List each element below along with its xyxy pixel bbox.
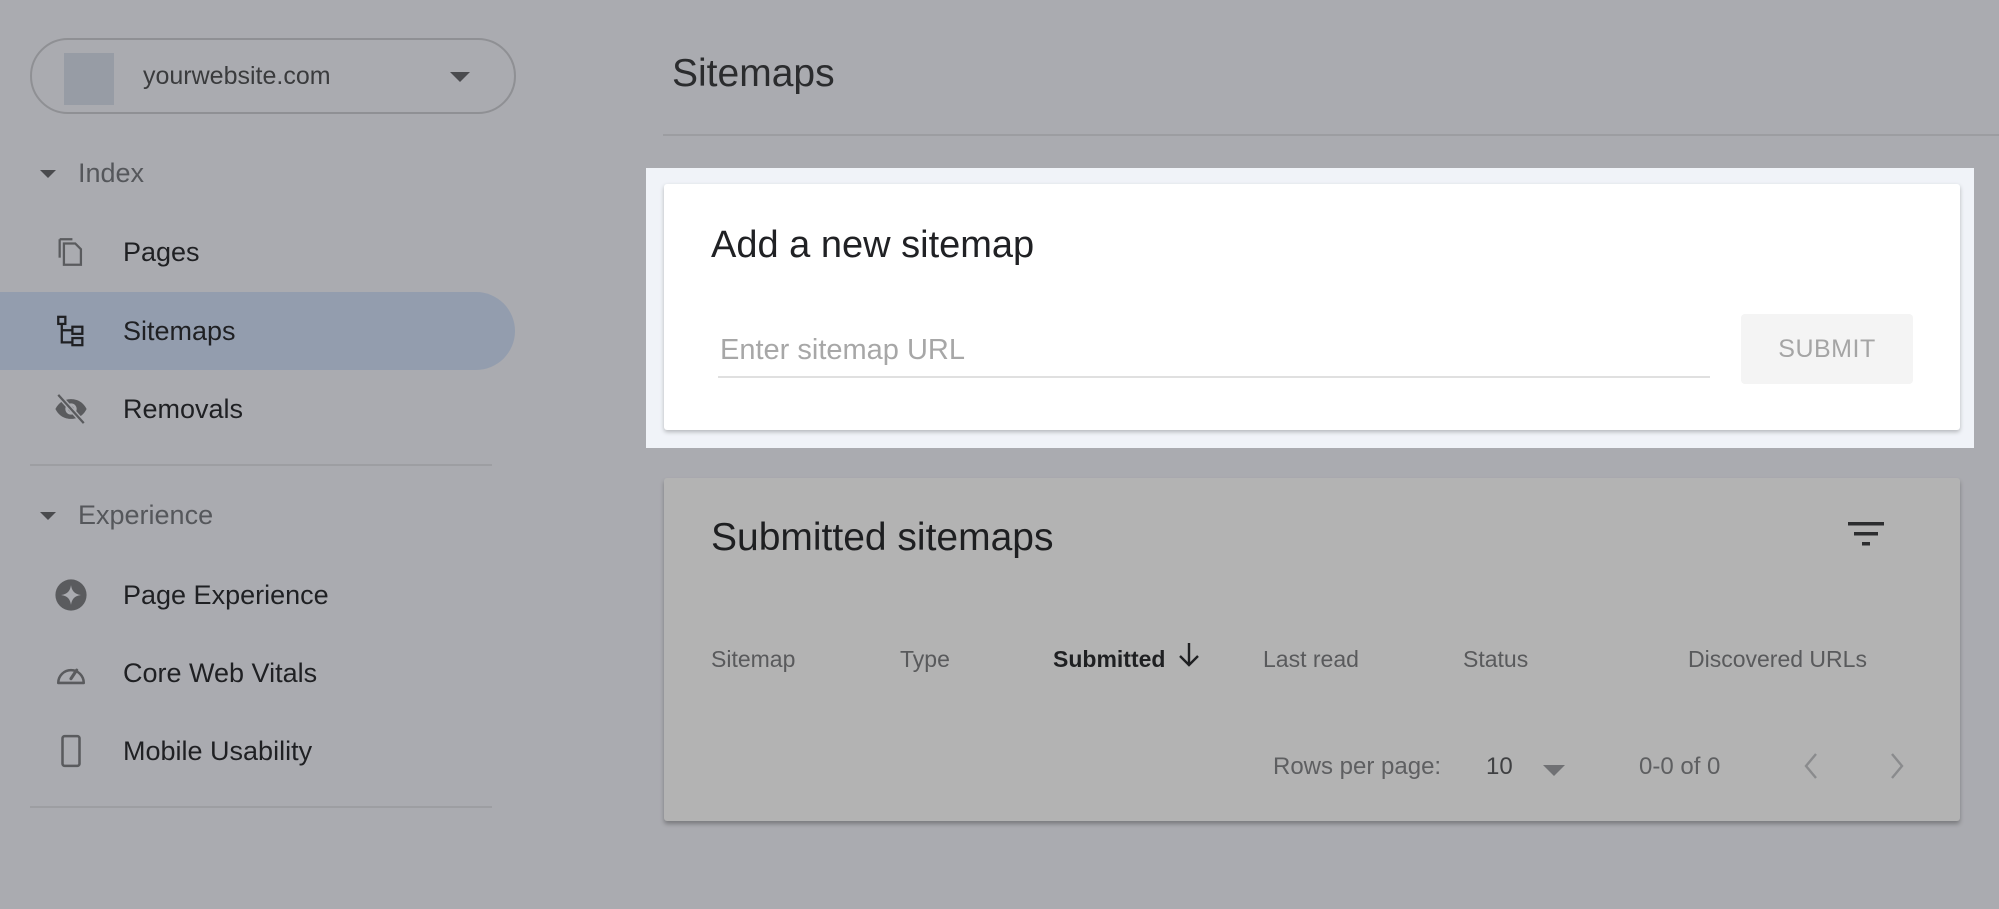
column-header-last-read[interactable]: Last read: [1263, 646, 1359, 673]
sitemap-url-input[interactable]: [718, 324, 1710, 378]
submit-button[interactable]: SUBMIT: [1741, 314, 1913, 384]
chevron-down-icon: [450, 72, 470, 82]
collapse-arrow-icon: [40, 169, 56, 178]
nav-label: Sitemaps: [123, 315, 236, 346]
sitemap-icon: [57, 315, 84, 347]
add-sitemap-card: Add a new sitemap SUBMIT: [664, 184, 1960, 430]
sidebar-item-pages[interactable]: Pages: [0, 213, 515, 291]
visibility-off-icon: [55, 393, 87, 425]
column-header-discovered-urls[interactable]: Discovered URLs: [1688, 646, 1867, 673]
sidebar-divider: [30, 464, 492, 466]
page-experience-icon: [55, 579, 87, 611]
nav-label: Pages: [123, 236, 200, 267]
page-title: Sitemaps: [672, 52, 835, 95]
mobile-phone-icon: [61, 734, 81, 768]
column-header-type[interactable]: Type: [900, 646, 950, 673]
chevron-right-icon[interactable]: [1882, 748, 1912, 784]
sidebar-item-page-experience[interactable]: Page Experience: [0, 556, 515, 634]
header-divider: [663, 134, 1999, 136]
chevron-left-icon[interactable]: [1796, 748, 1826, 784]
sidebar-section-index[interactable]: Index: [40, 158, 144, 189]
nav-label: Page Experience: [123, 579, 329, 610]
rows-per-page-label: Rows per page:: [1273, 753, 1442, 780]
speedometer-icon: [56, 668, 86, 685]
nav-label: Removals: [123, 393, 244, 424]
sidebar-divider: [30, 806, 492, 808]
column-header-sitemap[interactable]: Sitemap: [711, 646, 795, 673]
nav-label: Mobile Usability: [123, 735, 313, 766]
section-label: Experience: [78, 500, 214, 530]
nav-label: Core Web Vitals: [123, 657, 318, 688]
sidebar-section-experience[interactable]: Experience: [40, 500, 213, 531]
property-name: yourwebsite.com: [143, 62, 331, 90]
column-header-submitted[interactable]: Submitted: [1053, 646, 1165, 673]
sidebar-item-mobile-usability[interactable]: Mobile Usability: [0, 712, 515, 790]
add-sitemap-title: Add a new sitemap: [711, 224, 1035, 266]
submitted-sitemaps-card: Submitted sitemaps Sitemap Type Submitte…: [664, 478, 1960, 821]
site-favicon: [64, 53, 114, 105]
property-selector[interactable]: yourwebsite.com: [30, 38, 516, 114]
sidebar-item-core-web-vitals[interactable]: Core Web Vitals: [0, 634, 515, 712]
sidebar-item-removals[interactable]: Removals: [0, 370, 515, 448]
pages-icon: [58, 238, 83, 266]
section-label: Index: [78, 158, 145, 188]
chevron-down-icon[interactable]: [1543, 765, 1565, 776]
submitted-sitemaps-title: Submitted sitemaps: [711, 516, 1054, 559]
sidebar-item-sitemaps[interactable]: Sitemaps: [0, 292, 515, 370]
collapse-arrow-icon: [40, 511, 56, 520]
filter-icon[interactable]: [1848, 522, 1884, 548]
pagination-range: 0-0 of 0: [1639, 753, 1721, 780]
arrow-down-icon[interactable]: [1176, 640, 1202, 670]
column-header-status[interactable]: Status: [1463, 646, 1528, 673]
rows-per-page-select[interactable]: 10: [1486, 753, 1513, 781]
